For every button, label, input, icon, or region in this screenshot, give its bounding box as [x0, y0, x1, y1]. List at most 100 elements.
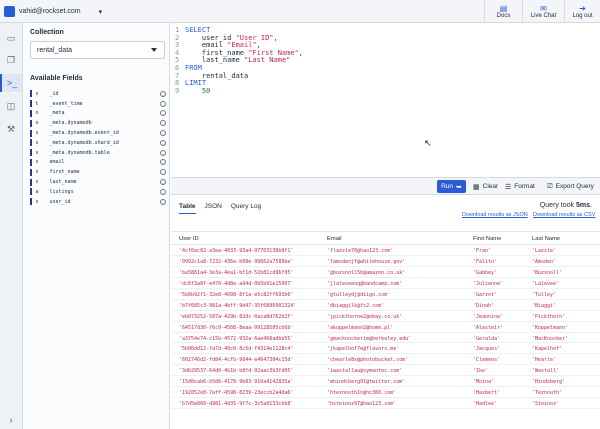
field-type: s	[35, 130, 39, 137]
add-field-icon[interactable]: →	[160, 110, 166, 117]
field-item[interactable]: s _meta.dynamodb.table →	[30, 148, 166, 158]
monitor-icon[interactable]: ▭	[0, 29, 22, 47]
download-json-link[interactable]: Download results as JSON	[462, 212, 528, 218]
add-field-icon[interactable]: →	[160, 159, 166, 166]
field-item[interactable]: s last_name →	[30, 177, 166, 187]
table-cell: 'Teznouth'	[532, 390, 563, 397]
field-item[interactable]: s _id →	[30, 89, 166, 99]
collection-select[interactable]: rental_data	[30, 41, 165, 59]
table-cell: 'famsdenjf@whitehouse.gov'	[327, 258, 406, 265]
field-item[interactable]: o _meta.dynamodb →	[30, 118, 166, 128]
chevron-down-icon: ▾	[98, 8, 103, 16]
field-item[interactable]: s first_name →	[30, 167, 166, 177]
run-button[interactable]: Run ➥	[437, 180, 466, 193]
query-editor-icon[interactable]: >_	[0, 74, 22, 92]
live-chat-button[interactable]: ✉ Live Chat	[522, 0, 564, 23]
query-time: Query took 5ms.	[539, 202, 592, 209]
table-row[interactable]: '0992c1a8-7232-436e-b09e-99662a7589be' 'f…	[171, 256, 600, 267]
table-cell: '5b06dd12-fa7d-40c0-8c5d-f4314e1128c4'	[179, 346, 294, 353]
live-chat-label: Live Chat	[530, 13, 557, 19]
field-name: first_name	[49, 169, 80, 176]
table-cell: 'Wastall'	[532, 368, 560, 375]
field-name: _id	[49, 90, 59, 97]
table-row[interactable]: 'a3754e74-c15b-4572-932a-6ae468adbb55' 'g…	[171, 333, 600, 344]
tab-query-log[interactable]: Query Log	[231, 203, 261, 214]
field-item[interactable]: a listings →	[30, 187, 166, 197]
table-cell: 'Jeannine'	[473, 313, 504, 320]
table-row[interactable]: 'dc8f3a8f-e470-4d8e-a94d-0b5b91e15907' 'j…	[171, 278, 600, 289]
table-cell: 'Clemens'	[473, 357, 501, 364]
add-field-icon[interactable]: →	[160, 139, 166, 146]
collections-icon[interactable]: ❐	[0, 51, 22, 69]
add-field-icon[interactable]: →	[160, 169, 166, 176]
field-type: a	[35, 188, 39, 195]
expand-icon[interactable]: ›	[0, 415, 22, 425]
docs-button[interactable]: ▤ Docs	[484, 0, 522, 23]
column-header[interactable]: Last Name	[532, 236, 560, 242]
field-marker	[30, 109, 32, 117]
add-field-icon[interactable]: →	[160, 120, 166, 127]
table-cell: 'Hadlee'	[473, 401, 498, 408]
table-row[interactable]: '4cf0ac82-a3ea-4033-93a4-97703138b9f1' 'f…	[171, 245, 600, 256]
field-item[interactable]: o _meta →	[30, 109, 166, 119]
table-row[interactable]: '5b6b92f1-32e8-4098-8f1a-e5c82ff693b6' 'g…	[171, 289, 600, 300]
table-cell: '3db28537-64d0-4b1b-b8fd-92aac3b3fd05'	[179, 368, 294, 375]
add-field-icon[interactable]: →	[160, 188, 166, 195]
line-number: 9	[175, 86, 180, 95]
query-time-value: 5ms	[576, 202, 591, 209]
field-item[interactable]: s user_id →	[30, 197, 166, 207]
field-name: _meta.dynamodb	[49, 120, 92, 127]
column-header[interactable]: User ID	[179, 236, 199, 242]
table-cell: 'Dinah'	[473, 302, 495, 309]
table-row[interactable]: 'ba5881a4-3e3a-4ea1-bf1d-52b81cd96f05' 'g…	[171, 267, 600, 278]
field-item[interactable]: t _event_time →	[30, 99, 166, 109]
column-header[interactable]: Email	[327, 236, 342, 242]
add-field-icon[interactable]: →	[160, 149, 166, 156]
table-row[interactable]: '5b06dd12-fa7d-40c0-8c5d-f4314e1128c4' 'j…	[171, 343, 600, 355]
sql-alias: "Last Name"	[244, 56, 291, 65]
table-row[interactable]: 'b7d5e860-d981-4d35-9f7c-3c5a9133cbb8' 'h…	[171, 398, 600, 410]
add-field-icon[interactable]: →	[160, 100, 166, 107]
docs-book-icon[interactable]: ◫	[0, 97, 22, 115]
wrench-icon[interactable]: ⚒	[0, 120, 22, 138]
column-header[interactable]: First Name	[473, 236, 501, 242]
field-item[interactable]: s _meta.dynamodb.event_id →	[30, 128, 166, 138]
add-field-icon[interactable]: →	[160, 198, 166, 205]
table-row[interactable]: '602746d2-fd84-4cfb-9844-e4647304c15d' 'c…	[171, 354, 600, 366]
table-cell: '15d0cab6-b5d6-4178-9b83-910a4142835a'	[179, 379, 294, 386]
table-row[interactable]: 'b7f685c3-981a-4bff-9d47-35f6896901324' '…	[171, 300, 600, 311]
add-field-icon[interactable]: →	[160, 130, 166, 137]
field-marker	[30, 149, 32, 157]
account-menu[interactable]: vahid@rockset.com ▾	[4, 4, 102, 19]
format-button[interactable]: ☰ Format	[505, 180, 535, 193]
field-name: email	[49, 159, 65, 166]
download-csv-link[interactable]: Download results as CSV	[533, 212, 595, 218]
sql-code[interactable]: 1 SELECT 2 user_id "User ID", 3 email "Emai…	[175, 26, 303, 95]
mouse-cursor-icon: ↖	[424, 138, 432, 148]
tab-table[interactable]: Table	[179, 203, 196, 214]
query-editor[interactable]: 1 SELECT 2 user_id "User ID", 3 email "Emai…	[171, 23, 600, 177]
table-cell: 'Pickthorn'	[532, 313, 566, 320]
logout-label: Log out	[572, 13, 593, 19]
table-cell: 'hsteinoz97@hao123.com'	[327, 401, 397, 408]
field-name: _meta.dynamodb.shard_id	[49, 139, 119, 146]
account-email: vahid@rockset.com	[19, 8, 81, 15]
table-cell: 'b7d5e860-d981-4d35-9f7c-3c5a9133cbb8'	[179, 401, 294, 408]
table-row[interactable]: 'eb073252-587a-429b-82dc-0aca8d762b2f' 'j…	[171, 311, 600, 322]
logout-button[interactable]: ➜ Log out	[564, 0, 600, 23]
field-item[interactable]: s email →	[30, 158, 166, 168]
table-row[interactable]: '15d0cab6-b5d6-4178-9b83-910a4142835a' 'm…	[171, 376, 600, 388]
table-row[interactable]: '192052e8-7aff-4598-8239-23eccb2a4da6' 'h…	[171, 387, 600, 399]
table-row[interactable]: '64517d30-f6c9-4588-8eaa-99128505cb6b' 'a…	[171, 322, 600, 333]
add-field-icon[interactable]: →	[160, 90, 166, 97]
field-marker	[30, 139, 32, 147]
table-row[interactable]: '3db28537-64d0-4b1b-b8fd-92aac3b3fd05' 'i…	[171, 365, 600, 377]
table-cell: 'Amsden'	[532, 258, 557, 265]
tab-json[interactable]: JSON	[205, 203, 222, 214]
clear-button[interactable]: ▦ Clear	[473, 180, 498, 193]
add-field-icon[interactable]: →	[160, 179, 166, 186]
export-query-button[interactable]: ⎚ Export Query	[547, 180, 594, 193]
table-cell: 'Falito'	[473, 258, 498, 265]
field-item[interactable]: s _meta.dynamodb.shard_id →	[30, 138, 166, 148]
table-cell: 'Ike'	[473, 368, 489, 375]
